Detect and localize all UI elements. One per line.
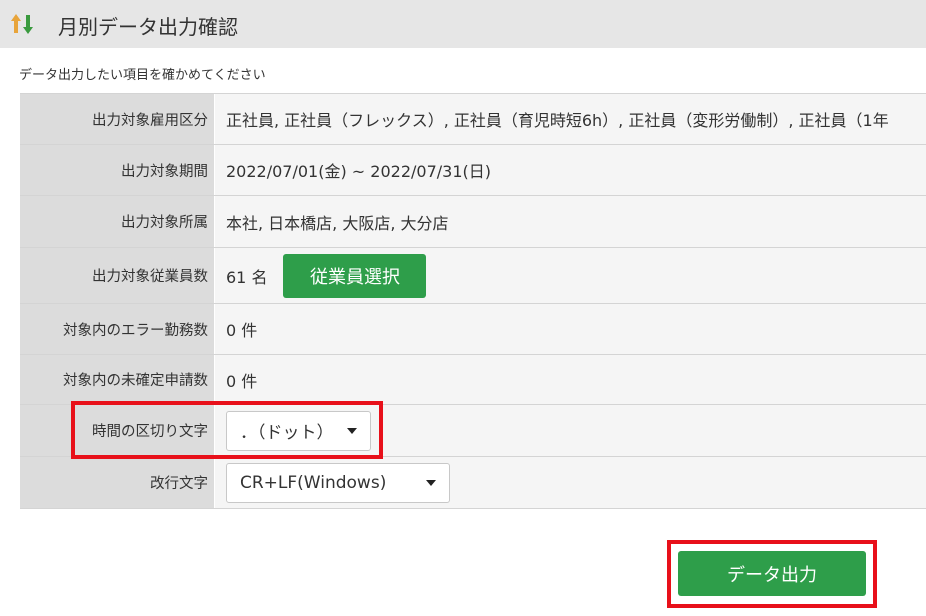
select-employees-button[interactable]: 従業員選択 <box>283 253 427 298</box>
table-row: 対象内のエラー勤務数 0 件 <box>20 304 926 355</box>
instruction-text: データ出力したい項目を確かめてください <box>19 68 266 83</box>
employment-category-value: 正社員, 正社員（フレックス）, 正社員（育児時短6h）, 正社員（変形労働制）… <box>214 94 926 144</box>
newline-select[interactable]: CR+LF(Windows) <box>226 462 450 503</box>
row-label: 出力対象従業員数 <box>20 248 214 303</box>
row-label: 出力対象期間 <box>20 145 214 195</box>
sort-arrows-icon <box>11 14 33 34</box>
table-row: 出力対象期間 2022/07/01(金) ~ 2022/07/31(日) <box>20 145 926 196</box>
confirmation-table: 出力対象雇用区分 正社員, 正社員（フレックス）, 正社員（育児時短6h）, 正… <box>20 93 926 509</box>
department-value: 本社, 日本橋店, 大阪店, 大分店 <box>214 196 926 247</box>
chevron-down-icon <box>347 427 357 434</box>
row-label: 改行文字 <box>20 457 214 508</box>
time-separator-select[interactable]: ．（ドット） <box>226 410 371 451</box>
table-row: 時間の区切り文字 ．（ドット） <box>20 405 926 457</box>
table-row: 改行文字 CR+LF(Windows) <box>20 457 926 509</box>
period-value: 2022/07/01(金) ~ 2022/07/31(日) <box>214 145 926 195</box>
chevron-down-icon <box>426 479 436 486</box>
row-label: 対象内の未確定申請数 <box>20 355 214 404</box>
row-label: 出力対象雇用区分 <box>20 94 214 144</box>
export-data-button[interactable]: データ出力 <box>678 551 866 596</box>
time-separator-cell: ．（ドット） <box>214 405 926 456</box>
page-header: 月別データ出力確認 <box>0 0 926 48</box>
table-row: 出力対象従業員数 61 名 従業員選択 <box>20 248 926 304</box>
newline-selected: CR+LF(Windows) <box>240 472 387 493</box>
table-row: 対象内の未確定申請数 0 件 <box>20 355 926 405</box>
newline-cell: CR+LF(Windows) <box>214 457 926 508</box>
row-label: 出力対象所属 <box>20 196 214 247</box>
time-separator-selected: ．（ドット） <box>240 423 334 443</box>
row-label: 対象内のエラー勤務数 <box>20 304 214 354</box>
table-row: 出力対象雇用区分 正社員, 正社員（フレックス）, 正社員（育児時短6h）, 正… <box>20 94 926 145</box>
row-label: 時間の区切り文字 <box>20 405 214 456</box>
employee-count-value: 61 名 <box>226 267 268 287</box>
table-row: 出力対象所属 本社, 日本橋店, 大阪店, 大分店 <box>20 196 926 248</box>
page-title: 月別データ出力確認 <box>58 15 238 39</box>
error-count-value: 0 件 <box>214 304 926 354</box>
pending-request-count-value: 0 件 <box>214 355 926 404</box>
employee-count-cell: 61 名 従業員選択 <box>214 248 926 303</box>
